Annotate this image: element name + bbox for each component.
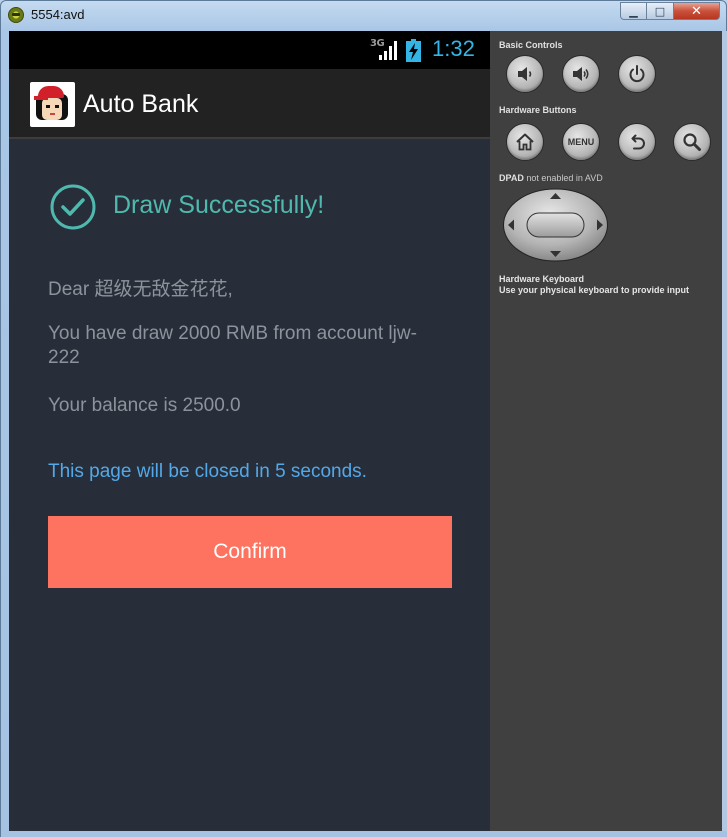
action-bar: Auto Bank: [9, 69, 490, 139]
volume-down-icon: [518, 67, 532, 81]
hardware-keyboard-note: Use your physical keyboard to provide in…: [499, 285, 690, 295]
success-title: Draw Successfully!: [113, 191, 325, 219]
back-icon: [631, 134, 645, 150]
menu-button[interactable]: MENU: [562, 123, 600, 161]
search-button[interactable]: [673, 123, 711, 161]
status-clock: 1:32: [432, 36, 475, 61]
close-button[interactable]: ✕: [674, 2, 720, 20]
minimize-button[interactable]: ▁: [620, 2, 647, 20]
window-controls: ▁ □ ✕: [620, 2, 720, 20]
greeting-text: Dear 超级无敌金花花,: [48, 279, 233, 300]
search-icon: [683, 133, 701, 151]
maximize-button[interactable]: □: [647, 2, 674, 20]
window-bottom-edge: [1, 831, 727, 837]
volume-down-button[interactable]: [506, 55, 544, 93]
status-bar: 3G 1:32: [9, 31, 490, 69]
dpad-title: DPAD: [499, 173, 524, 183]
hardware-keyboard-label: Hardware Keyboard: [499, 274, 585, 284]
battery-charging-icon: [406, 39, 421, 62]
device-screen: 3G 1:32 Auto Bank Draw Successfully! Dea…: [9, 31, 490, 831]
window-titlebar[interactable]: 5554:avd ▁ □ ✕: [1, 1, 726, 31]
android-emulator-icon: [8, 7, 24, 23]
hardware-buttons-label: Hardware Buttons: [499, 105, 577, 115]
emulator-controls-panel: Basic Controls Hardware Buttons MENU DPA…: [490, 31, 722, 831]
withdraw-message: You have draw 2000 RMB from account ljw-…: [48, 323, 417, 368]
power-icon: [629, 65, 645, 83]
home-button[interactable]: [506, 123, 544, 161]
volume-up-button[interactable]: [562, 55, 600, 93]
emulator-window: 5554:avd ▁ □ ✕ 3G 1:32 Auto Bank Draw Su…: [0, 0, 727, 837]
confirm-button[interactable]: Confirm: [48, 516, 452, 588]
window-right-edge: [722, 31, 727, 831]
hardware-keyboard-info: Hardware Keyboard Use your physical keyb…: [499, 274, 689, 296]
app-logo-avatar[interactable]: [30, 82, 75, 127]
menu-label: MENU: [567, 137, 595, 147]
basic-controls-label: Basic Controls: [499, 40, 563, 50]
home-icon: [516, 133, 534, 151]
power-button[interactable]: [618, 55, 656, 93]
close-countdown: This page will be closed in 5 seconds.: [48, 461, 367, 482]
dpad-control[interactable]: [502, 188, 609, 262]
volume-up-icon: [573, 67, 589, 81]
dpad-label: DPAD not enabled in AVD: [499, 173, 603, 183]
dpad-note: not enabled in AVD: [526, 173, 603, 183]
app-title: Auto Bank: [83, 90, 199, 118]
window-title: 5554:avd: [31, 7, 85, 22]
success-check-icon: [50, 184, 96, 230]
balance-text: Your balance is 2500.0: [48, 395, 241, 416]
back-button[interactable]: [618, 123, 656, 161]
signal-icon: [379, 41, 397, 60]
